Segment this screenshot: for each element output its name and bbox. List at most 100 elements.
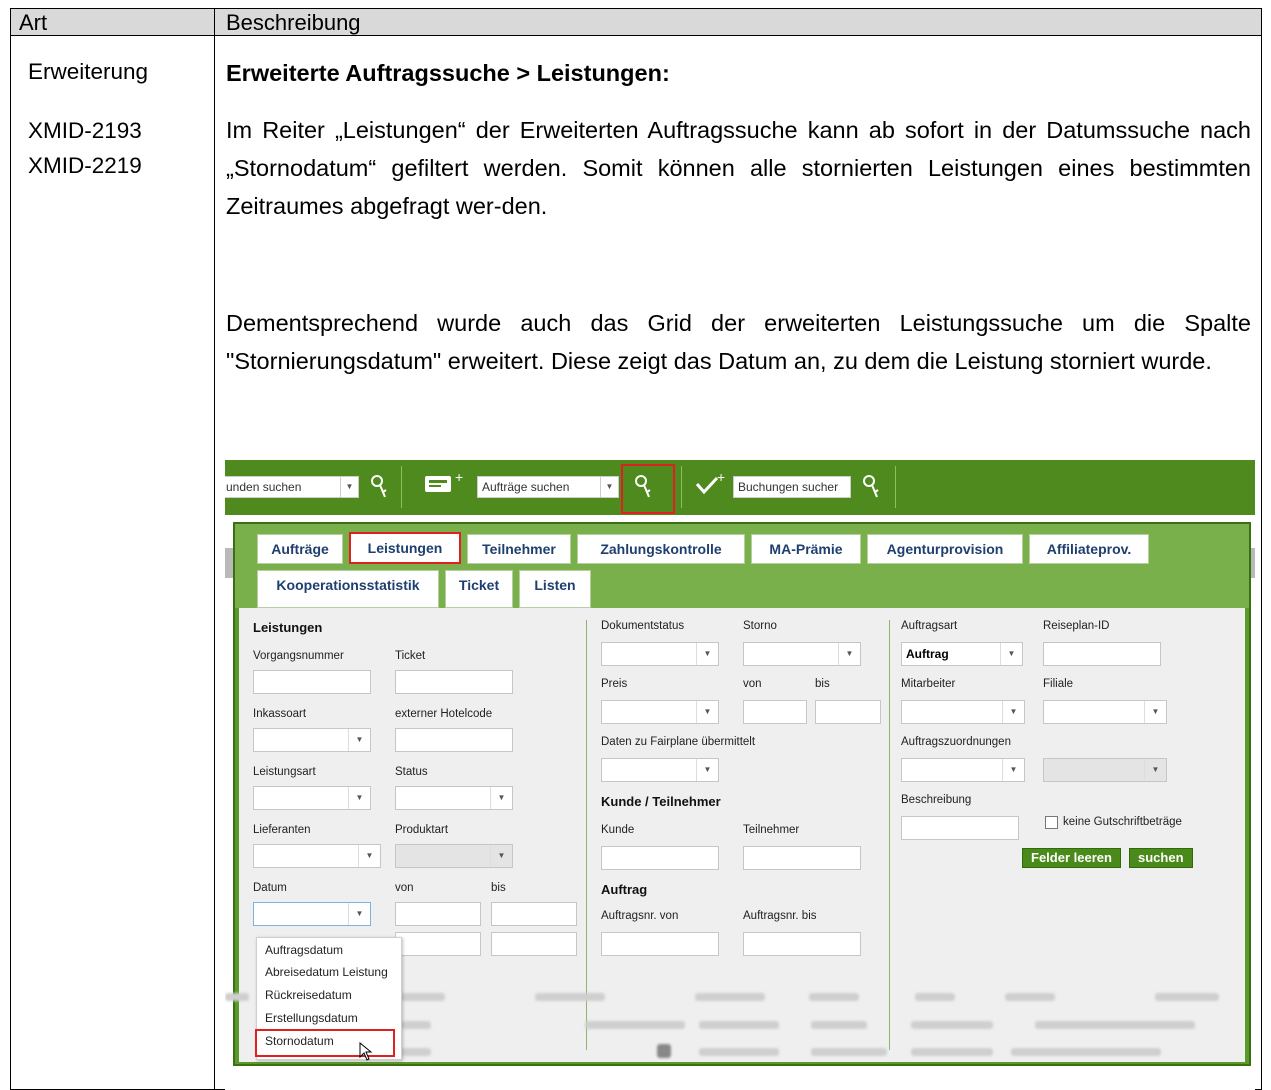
chevron-down-icon: ▼ (490, 845, 512, 867)
auftragszuordnungen-select-2[interactable]: ▼ (1043, 758, 1167, 782)
dropdown-item-erstellungsdatum[interactable]: Erstellungsdatum (265, 1011, 358, 1025)
kunde-input[interactable] (601, 846, 719, 870)
label-leistungsart: Leistungsart (253, 766, 316, 778)
paragraph-1: Im Reiter „Leistungen“ der Erweiterten A… (226, 117, 1251, 219)
key-icon[interactable] (369, 473, 389, 503)
blurred-grid-row (401, 993, 445, 1001)
ticket-input[interactable] (395, 670, 513, 694)
paragraph-2: Dementsprechend wurde auch das Grid der … (226, 310, 1251, 374)
label-von: von (395, 882, 414, 894)
dropdown-item-auftragsdatum[interactable]: Auftragsdatum (265, 943, 343, 957)
datum-bis-input[interactable] (491, 902, 577, 926)
label-teilnehmer: Teilnehmer (743, 824, 800, 836)
label-beschreibung: Beschreibung (901, 794, 972, 806)
auftragszuordnungen-select[interactable]: ▼ (901, 758, 1025, 782)
auftragsart-select[interactable]: Auftrag ▼ (901, 642, 1023, 666)
ticket-id-1: XMID-2193 (28, 118, 142, 143)
blurred-grid-row (1035, 1021, 1195, 1029)
section-auftrag: Auftrag (601, 882, 648, 897)
tab-listen[interactable]: Listen (519, 570, 591, 608)
clear-fields-button[interactable]: Felder leeren (1022, 848, 1121, 868)
label-bis: bis (491, 882, 506, 894)
tab-affiliateprov[interactable]: Affiliateprov. (1029, 534, 1149, 564)
lieferanten-select[interactable]: ▼ (253, 844, 381, 868)
produktart-select[interactable]: ▼ (395, 844, 513, 868)
search-toolbar: unden suchen ▼ + Aufträge suchen ▼ + Buc… (225, 460, 1255, 515)
dropdown-item-rueckreisedatum[interactable]: Rückreisedatum (265, 988, 352, 1002)
tab-auftraege[interactable]: Aufträge (257, 534, 343, 564)
fairplane-select[interactable]: ▼ (601, 758, 719, 782)
key-icon[interactable] (861, 473, 881, 503)
vorgangsnummer-input[interactable] (253, 670, 371, 694)
chevron-down-icon: ▼ (696, 759, 718, 781)
label-preis-bis: bis (815, 678, 830, 690)
blurred-grid-row (401, 1048, 431, 1056)
toolbar-divider (401, 466, 402, 508)
table-header-row (11, 9, 1261, 36)
filiale-select[interactable]: ▼ (1043, 700, 1167, 724)
chevron-down-icon: ▼ (348, 903, 370, 925)
svg-text:+: + (717, 470, 725, 485)
dropdown-item-abreisedatum[interactable]: Abreisedatum Leistung (265, 965, 388, 979)
booking-check-icon[interactable]: + (693, 470, 729, 500)
label-auftragsnr-von: Auftragsnr. von (601, 910, 679, 922)
tab-zahlungskontrolle[interactable]: Zahlungskontrolle (577, 534, 745, 564)
storno-select[interactable]: ▼ (743, 642, 861, 666)
status-select[interactable]: ▼ (395, 786, 513, 810)
tab-ticket[interactable]: Ticket (445, 570, 513, 608)
label-storno: Storno (743, 620, 777, 632)
keine-gutschrift-checkbox[interactable] (1045, 816, 1058, 829)
search-button[interactable]: suchen (1129, 848, 1193, 868)
tab-ma-praemie[interactable]: MA-Prämie (751, 534, 861, 564)
auftraege-search-select[interactable]: Aufträge suchen ▼ (477, 476, 619, 498)
beschreibung-input[interactable] (901, 816, 1019, 840)
datum-select[interactable]: ▼ (253, 902, 371, 926)
label-auftragszuordnungen: Auftragszuordnungen (901, 736, 1011, 748)
chevron-down-icon: ▼ (1002, 701, 1024, 723)
blurred-grid-row (911, 1048, 993, 1056)
column-divider (586, 620, 587, 1050)
preis-bis-input[interactable] (815, 700, 881, 724)
ext-hotelcode-input[interactable] (395, 728, 513, 752)
teilnehmer-input[interactable] (743, 846, 861, 870)
leistungsart-select[interactable]: ▼ (253, 786, 371, 810)
blurred-grid-row (225, 993, 249, 1001)
mitarbeiter-select[interactable]: ▼ (901, 700, 1025, 724)
label-lieferanten: Lieferanten (253, 824, 311, 836)
blurred-grid-row (1005, 993, 1055, 1001)
label-reiseplan-id: Reiseplan-ID (1043, 620, 1110, 632)
preis-select[interactable]: ▼ (601, 700, 719, 724)
tab-teilnehmer[interactable]: Teilnehmer (467, 534, 571, 564)
background-grid (225, 548, 233, 578)
blurred-grid-row (401, 1021, 431, 1029)
auftragsnr-von-input[interactable] (601, 932, 719, 956)
new-order-icon[interactable]: + (423, 470, 469, 500)
datum-von-input-2[interactable] (395, 932, 481, 956)
label-ticket: Ticket (395, 650, 426, 662)
chevron-down-icon: ▼ (1144, 701, 1166, 723)
chevron-down-icon: ▼ (348, 787, 370, 809)
tab-leistungen[interactable]: Leistungen (349, 532, 461, 564)
inkassoart-select[interactable]: ▼ (253, 728, 371, 752)
datum-bis-input-2[interactable] (491, 932, 577, 956)
preis-von-input[interactable] (743, 700, 807, 724)
label-preis-von: von (743, 678, 762, 690)
kunden-search-select[interactable]: unden suchen ▼ (225, 476, 359, 498)
toolbar-divider (681, 466, 682, 508)
label-preis: Preis (601, 678, 628, 690)
datum-von-input[interactable] (395, 902, 481, 926)
label-produktart: Produktart (395, 824, 449, 836)
blurred-grid-row (699, 1048, 779, 1056)
highlight-search-button (621, 464, 675, 514)
reiseplan-id-input[interactable] (1043, 642, 1161, 666)
blurred-grid-row (585, 1021, 685, 1029)
label-fairplane: Daten zu Fairplane übermittelt (601, 736, 756, 748)
label-mitarbeiter: Mitarbeiter (901, 678, 956, 690)
label-auftragsart: Auftragsart (901, 620, 958, 632)
highlight-stornodatum (255, 1029, 395, 1057)
tab-agenturprovision[interactable]: Agenturprovision (867, 534, 1023, 564)
auftragsnr-bis-input[interactable] (743, 932, 861, 956)
buchungen-search-input[interactable]: Buchungen sucher (733, 476, 851, 498)
tab-kooperationsstatistik[interactable]: Kooperationsstatistik (257, 570, 439, 608)
dokumentstatus-select[interactable]: ▼ (601, 642, 719, 666)
